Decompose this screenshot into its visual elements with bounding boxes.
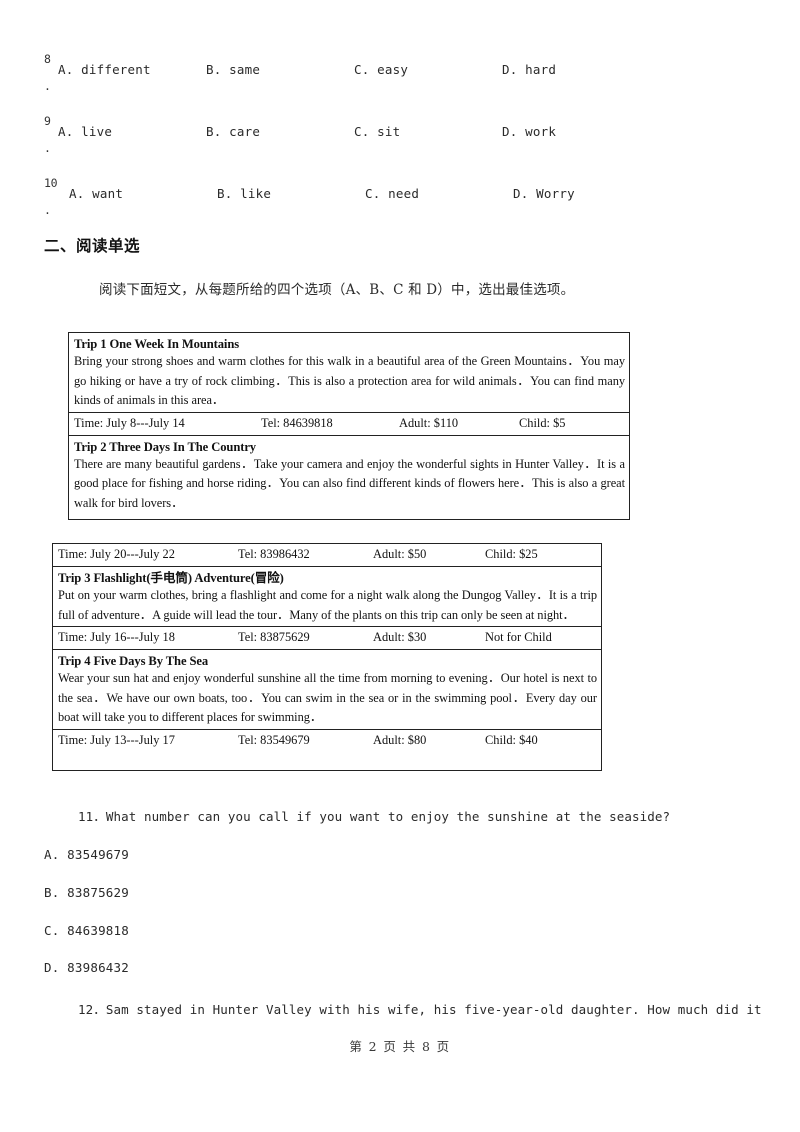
trip-3-tel: Tel: 83875629 <box>238 630 310 644</box>
trip-4-child-price: Child: $40 <box>485 732 538 747</box>
trip-2-title: Trip 2 Three Days In The Country <box>74 439 257 454</box>
question-11-option-a[interactable]: A. 83549679 <box>44 846 129 864</box>
cloze-row-8: 8 . A. different B. same C. easy D. hard <box>44 52 756 114</box>
trip-2-adult-price: Adult: $50 <box>373 547 427 561</box>
trip-1-time: Time: July 8---July 14 <box>74 415 185 430</box>
question-number-9-value: 9 <box>44 114 51 128</box>
trip-2-time: Time: July 20---July 22 <box>58 547 175 561</box>
cloze-9-option-b[interactable]: B. care <box>206 123 260 141</box>
trip-2-block: Trip 2 Three Days In The Country There a… <box>69 436 629 515</box>
cloze-row-9-options: A. live B. care C. sit D. work <box>58 123 756 145</box>
question-11-option-b[interactable]: B. 83875629 <box>44 884 129 902</box>
cloze-row-8-options: A. different B. same C. easy D. hard <box>58 61 756 83</box>
section-heading: 二、阅读单选 <box>44 237 141 255</box>
trip-1-adult-price: Adult: $110 <box>399 415 459 430</box>
cloze-row-10: 10 . A. want B. like C. need D. Worry <box>44 176 756 238</box>
trip-1-block: Trip 1 One Week In Mountains Bring your … <box>69 333 629 436</box>
passage-image-box-2: Time: July 20---July 22 Tel: 83986432 Ad… <box>52 543 602 771</box>
question-number-10: 10 . <box>44 176 64 218</box>
page-footer: 第 2 页 共 8 页 <box>349 1039 451 1054</box>
question-11-option-d[interactable]: D. 83986432 <box>44 959 129 977</box>
question-12-stem: 12．Sam stayed in Hunter Valley with his … <box>78 1002 762 1017</box>
cloze-8-option-a[interactable]: A. different <box>58 61 151 79</box>
cloze-10-option-b[interactable]: B. like <box>217 185 271 203</box>
cloze-options-block: 8 . A. different B. same C. easy D. hard… <box>44 52 756 238</box>
question-number-10-dot: . <box>44 203 51 217</box>
trip-4-block: Trip 4 Five Days By The Sea Wear your su… <box>53 650 601 752</box>
cloze-9-option-d[interactable]: D. work <box>502 123 556 141</box>
trip-2-tel: Tel: 83986432 <box>238 547 310 561</box>
trip-3-block: Trip 3 Flashlight(手电筒) Adventure(冒险) Put… <box>53 567 601 650</box>
trip-3-adult-price: Adult: $30 <box>373 630 427 644</box>
cloze-10-option-d[interactable]: D. Worry <box>513 185 575 203</box>
trip-4-body: Wear your sun hat and enjoy wonderful su… <box>58 671 597 724</box>
trip-4-info-row: Time: July 13---July 17 Tel: 83549679 Ad… <box>53 728 601 752</box>
trip-3-info-row: Time: July 16---July 18 Tel: 83875629 Ad… <box>53 626 601 649</box>
trip-1-body: Bring your strong shoes and warm clothes… <box>74 354 625 407</box>
section-instruction: 阅读下面短文，从每题所给的四个选项（A、B、C 和 D）中，选出最佳选项。 <box>99 282 575 298</box>
passage-image-box-1: Trip 1 One Week In Mountains Bring your … <box>68 332 630 520</box>
cloze-10-option-c[interactable]: C. need <box>365 185 419 203</box>
cloze-10-option-a[interactable]: A. want <box>69 185 123 203</box>
question-11-option-c[interactable]: C. 84639818 <box>44 922 129 940</box>
question-number-10-value: 10 <box>44 176 58 190</box>
cloze-8-option-b[interactable]: B. same <box>206 61 260 79</box>
trip-4-tel: Tel: 83549679 <box>238 732 310 747</box>
cloze-8-option-c[interactable]: C. easy <box>354 61 408 79</box>
trip-1-tel: Tel: 84639818 <box>261 415 333 430</box>
cloze-9-option-c[interactable]: C. sit <box>354 123 400 141</box>
trip-3-body: Put on your warm clothes, bring a flashl… <box>58 588 597 622</box>
trip-4-title: Trip 4 Five Days By The Sea <box>58 654 209 668</box>
cloze-9-option-a[interactable]: A. live <box>58 123 112 141</box>
cloze-row-9: 9 . A. live B. care C. sit D. work <box>44 114 756 176</box>
cloze-8-option-d[interactable]: D. hard <box>502 61 556 79</box>
trip-4-adult-price: Adult: $80 <box>373 732 427 747</box>
trip-3-title: Trip 3 Flashlight(手电筒) Adventure(冒险) <box>58 571 284 585</box>
trip-1-info-row: Time: July 8---July 14 Tel: 84639818 Adu… <box>69 411 629 435</box>
trip-2-child-price: Child: $25 <box>485 547 538 561</box>
trip-2-info-row: Time: July 20---July 22 Tel: 83986432 Ad… <box>53 544 601 567</box>
trip-1-child-price: Child: $5 <box>519 415 566 430</box>
trip-1-title: Trip 1 One Week In Mountains <box>74 337 240 351</box>
trip-2-body: There are many beautiful gardens．Take yo… <box>74 456 625 510</box>
trip-3-time: Time: July 16---July 18 <box>58 630 175 644</box>
trip-4-time: Time: July 13---July 17 <box>58 732 175 747</box>
trip-3-child-price: Not for Child <box>485 630 552 644</box>
cloze-row-10-options: A. want B. like C. need D. Worry <box>69 185 767 207</box>
question-number-8-value: 8 <box>44 52 51 66</box>
question-11-stem: 11．What number can you call if you want … <box>78 809 671 824</box>
